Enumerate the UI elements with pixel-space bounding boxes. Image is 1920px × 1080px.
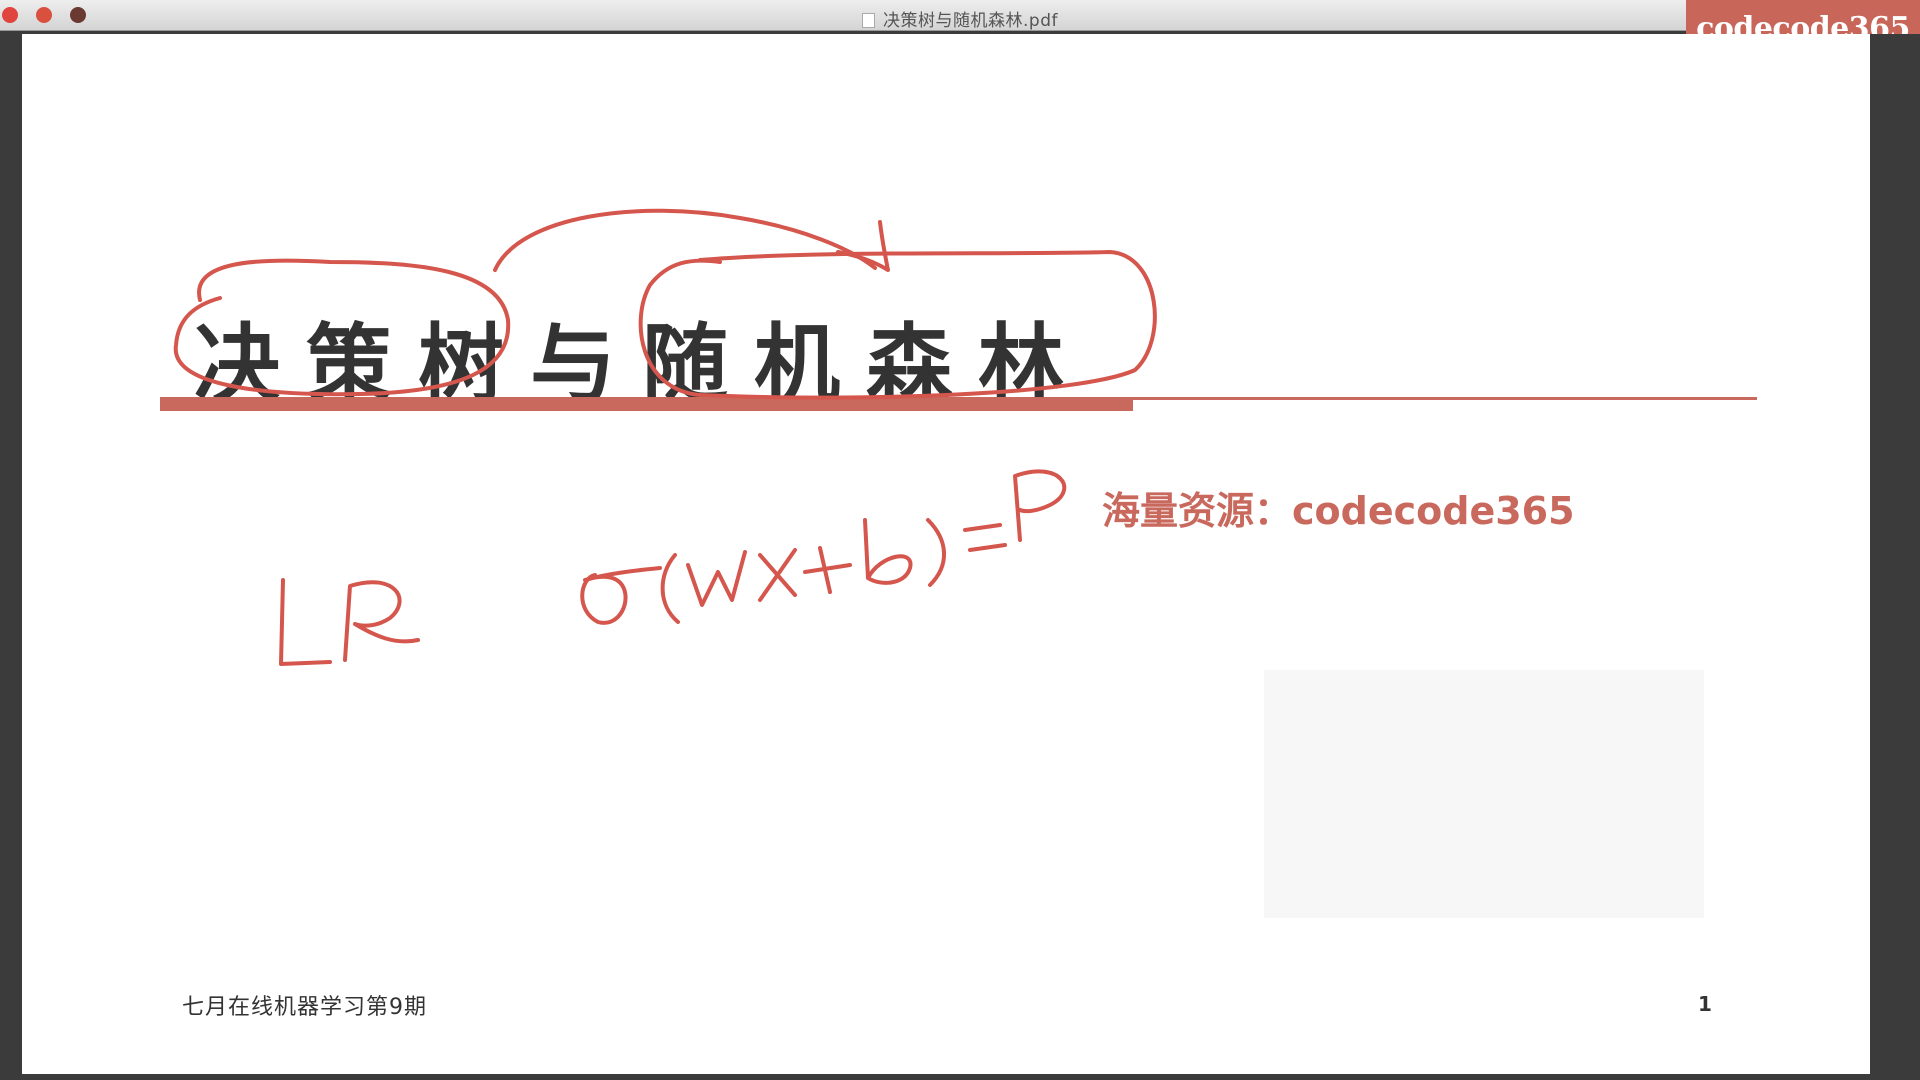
window-title: 决策树与随机森林.pdf [883, 11, 1058, 31]
resource-note: 海量资源：codecode365 [1102, 489, 1575, 533]
blank-image-area [1264, 670, 1704, 918]
title-underline-thin [1133, 397, 1757, 400]
page-number: 1 [1698, 992, 1712, 1016]
window-title-wrapper: 决策树与随机森林.pdf [0, 6, 1920, 31]
window-titlebar: 决策树与随机森林.pdf [0, 0, 1920, 31]
pdf-document-icon [862, 13, 875, 28]
slide-footer: 七月在线机器学习第9期 [182, 995, 427, 1020]
window-right-margin [1870, 34, 1920, 1080]
pdf-page: 决策树与随机森林 海量资源：codecode365 七月在线机器学习第9期 1 [22, 34, 1870, 1074]
title-underline-thick [160, 397, 1133, 411]
